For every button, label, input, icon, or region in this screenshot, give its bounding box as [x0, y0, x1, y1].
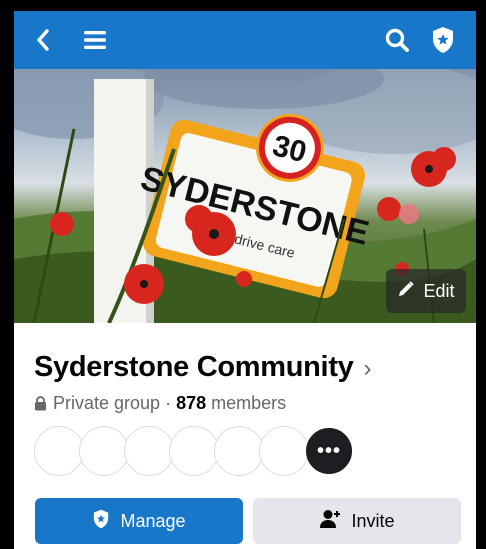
- member-avatar[interactable]: [214, 426, 264, 476]
- member-avatar[interactable]: [259, 426, 309, 476]
- invite-label: Invite: [351, 510, 395, 531]
- phone-screen: 30 SYDERSTONE se drive care Edit Syderst…: [14, 11, 476, 549]
- top-app-bar: [14, 11, 476, 69]
- more-members-button[interactable]: •••: [304, 426, 354, 476]
- edit-cover-button[interactable]: Edit: [386, 269, 466, 313]
- add-person-icon: [319, 509, 341, 534]
- hamburger-menu-icon[interactable]: [82, 11, 108, 69]
- member-count: 878: [176, 393, 207, 413]
- members-label[interactable]: members: [211, 393, 286, 414]
- admin-shield-star-icon: [92, 509, 110, 534]
- lock-icon: [34, 396, 47, 411]
- group-title-row[interactable]: Syderstone Community ›: [34, 351, 372, 384]
- manage-button[interactable]: Manage: [35, 498, 243, 544]
- privacy-label: Private group: [53, 393, 161, 413]
- cover-photo: 30 SYDERSTONE se drive care Edit: [14, 69, 476, 323]
- member-avatar[interactable]: [169, 426, 219, 476]
- member-avatars[interactable]: •••: [34, 426, 364, 476]
- back-icon[interactable]: [32, 11, 54, 69]
- edit-label: Edit: [423, 280, 455, 301]
- member-avatar[interactable]: [34, 426, 84, 476]
- admin-shield-star-icon[interactable]: [428, 11, 458, 69]
- member-avatar[interactable]: [124, 426, 174, 476]
- member-avatar[interactable]: [79, 426, 129, 476]
- chevron-right-icon: ›: [363, 355, 372, 382]
- group-meta: Private group · 878 members: [34, 393, 286, 414]
- search-icon[interactable]: [382, 11, 412, 69]
- group-name: Syderstone Community: [34, 351, 354, 383]
- invite-button[interactable]: Invite: [253, 498, 461, 544]
- manage-label: Manage: [120, 510, 186, 531]
- meta-separator: ·: [165, 393, 172, 413]
- pencil-icon: [397, 280, 415, 303]
